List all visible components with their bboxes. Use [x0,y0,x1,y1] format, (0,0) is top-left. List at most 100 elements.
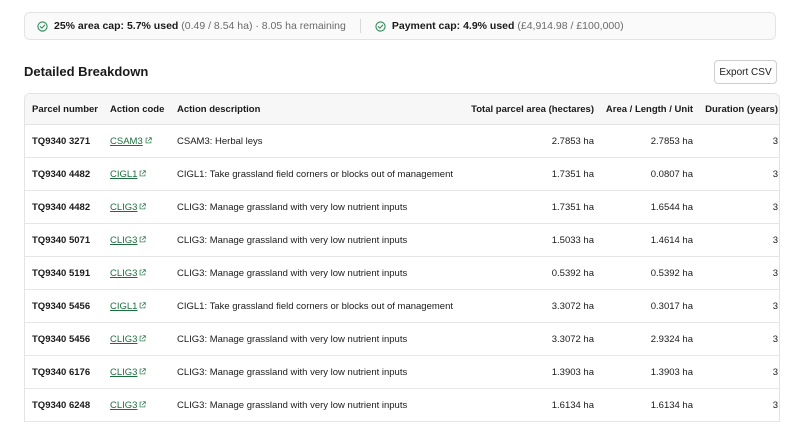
area-cap-remaining: · 8.05 ha remaining [255,20,346,32]
action-code-link[interactable]: CLIG3 [110,268,137,279]
action-code-link[interactable]: CIGL1 [110,301,137,312]
area-cap-label: 25% area cap: 5.7% used [54,20,179,32]
parcel-number-cell: TQ9340 3271 [25,124,110,158]
action-description-cell: CLIG3: Manage grassland with very low nu… [177,355,457,389]
action-description-cell: CLIG3: Manage grassland with very low nu… [177,190,457,224]
total-parcel-area-cell: 3.3072 ha [457,289,594,323]
action-code-cell: CLIG3 [110,322,177,356]
parcel-number-cell: TQ9340 4482 [25,157,110,191]
table-row: TQ9340 6176 CLIG3 CLIG3: Manage grassland … [25,355,779,389]
duration-cell: 3 [693,355,779,389]
action-code-link[interactable]: CLIG3 [110,202,137,213]
action-code-cell: CIGL1 [110,157,177,191]
action-description-cell: CLIG3: Manage grassland with very low nu… [177,322,457,356]
external-link-icon [140,400,147,407]
external-link-icon [140,367,147,374]
column-header-parcel-number: Parcel number [25,94,110,125]
action-description-cell: CLIG3: Manage grassland with very low nu… [177,388,457,422]
action-code-link[interactable]: CLIG3 [110,235,137,246]
external-link-icon [145,136,152,143]
action-description-cell: CSAM3: Herbal leys [177,124,457,158]
action-code-cell: CLIG3 [110,388,177,422]
caps-divider [359,19,361,33]
action-code-cell: CLIG3 [110,256,177,290]
breakdown-table-container: Parcel number Action code Action descrip… [24,93,780,422]
external-link-icon [140,202,147,209]
total-parcel-area-cell: 2.7853 ha [457,124,594,158]
table-header-row: Parcel number Action code Action descrip… [25,94,779,125]
table-row: TQ9340 4482 CIGL1 CIGL1: Take grassland fi… [25,157,779,191]
export-csv-button[interactable]: Export CSV [714,60,777,84]
area-length-unit-cell: 2.9324 ha [594,322,693,356]
external-link-icon [140,268,147,275]
action-code-link[interactable]: CIGL1 [110,169,137,180]
column-header-duration: Duration (years) [693,94,779,125]
area-length-unit-cell: 1.4614 ha [594,223,693,257]
action-code-cell: CLIG3 [110,190,177,224]
payment-cap-label: Payment cap: 4.9% used [391,20,515,32]
duration-cell: 3 [693,322,779,356]
action-code-cell: CLIG3 [110,355,177,389]
parcel-number-cell: TQ9340 4482 [25,190,110,224]
action-code-link[interactable]: CLIG3 [110,334,137,345]
parcel-number-cell: TQ9340 5456 [25,289,110,323]
column-header-area-length-unit: Area / Length / Unit [594,94,693,125]
duration-cell: 3 [693,190,779,224]
duration-cell: 3 [693,388,779,422]
total-parcel-area-cell: 1.3903 ha [457,355,594,389]
area-cap-status: 25% area cap: 5.7% used (0.49 / 8.54 ha)… [37,20,346,32]
parcel-number-cell: TQ9340 5191 [25,256,110,290]
parcel-number-cell: TQ9340 5456 [25,322,110,356]
caps-summary-bar: 25% area cap: 5.7% used (0.49 / 8.54 ha)… [24,12,776,40]
total-parcel-area-cell: 3.3072 ha [457,322,594,356]
area-length-unit-cell: 1.6544 ha [594,190,693,224]
area-cap-detail: (0.49 / 8.54 ha) [181,20,253,32]
duration-cell: 3 [693,289,779,323]
table-row: TQ9340 5456 CLIG3 CLIG3: Manage grassland … [25,322,779,356]
area-length-unit-cell: 1.6134 ha [594,388,693,422]
action-code-cell: CSAM3 [110,124,177,158]
column-header-action-description: Action description [177,94,457,125]
check-circle-icon [37,20,48,32]
column-header-total-parcel-area: Total parcel area (hectares) [457,94,594,125]
check-circle-icon [375,20,386,32]
table-row: TQ9340 5191 CLIG3 CLIG3: Manage grassland … [25,256,779,290]
breakdown-table: Parcel number Action code Action descrip… [25,94,779,422]
parcel-number-cell: TQ9340 6248 [25,388,110,422]
column-header-action-code: Action code [110,94,177,125]
area-length-unit-cell: 2.7853 ha [594,124,693,158]
duration-cell: 3 [693,256,779,290]
action-description-cell: CLIG3: Manage grassland with very low nu… [177,256,457,290]
total-parcel-area-cell: 1.7351 ha [457,157,594,191]
table-row: TQ9340 4482 CLIG3 CLIG3: Manage grassland … [25,190,779,224]
area-length-unit-cell: 1.3903 ha [594,355,693,389]
action-description-cell: CLIG3: Manage grassland with very low nu… [177,223,457,257]
parcel-number-cell: TQ9340 6176 [25,355,110,389]
area-length-unit-cell: 0.0807 ha [594,157,693,191]
parcel-number-cell: TQ9340 5071 [25,223,110,257]
action-code-cell: CLIG3 [110,223,177,257]
table-row: TQ9340 6248 CLIG3 CLIG3: Manage grassland … [25,388,779,422]
total-parcel-area-cell: 0.5392 ha [457,256,594,290]
external-link-icon [140,301,147,308]
area-length-unit-cell: 0.3017 ha [594,289,693,323]
payment-cap-detail: (£4,914.98 / £100,000) [517,20,624,32]
action-code-link[interactable]: CLIG3 [110,400,137,411]
external-link-icon [140,235,147,242]
duration-cell: 3 [693,157,779,191]
action-description-cell: CIGL1: Take grassland field corners or b… [177,289,457,323]
duration-cell: 3 [693,223,779,257]
area-length-unit-cell: 0.5392 ha [594,256,693,290]
table-row: TQ9340 3271 CSAM3 CSAM3: Herbal leys 2.7853… [25,124,779,158]
external-link-icon [140,334,147,341]
external-link-icon [140,169,147,176]
duration-cell: 3 [693,124,779,158]
action-code-cell: CIGL1 [110,289,177,323]
breakdown-table-body: TQ9340 3271 CSAM3 CSAM3: Herbal leys 2.7853… [25,124,779,422]
payment-cap-status: Payment cap: 4.9% used (£4,914.98 / £100… [375,20,624,32]
action-code-link[interactable]: CSAM3 [110,136,143,147]
action-description-cell: CIGL1: Take grassland field corners or b… [177,157,457,191]
total-parcel-area-cell: 1.6134 ha [457,388,594,422]
action-code-link[interactable]: CLIG3 [110,367,137,378]
table-row: TQ9340 5456 CIGL1 CIGL1: Take grassland fi… [25,289,779,323]
